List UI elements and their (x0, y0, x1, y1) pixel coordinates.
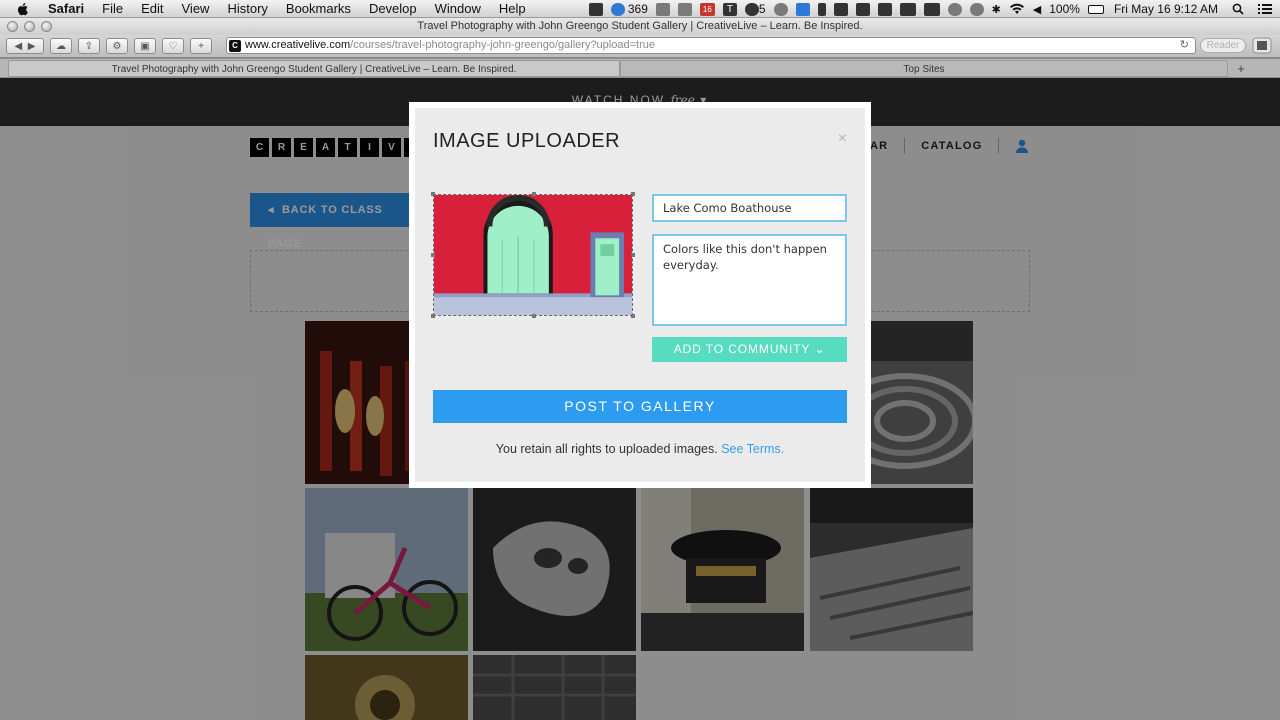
menu-window[interactable]: Window (426, 0, 490, 18)
address-bar[interactable]: C www.creativelive.com/courses/travel-ph… (226, 37, 1196, 54)
close-icon[interactable]: × (838, 130, 847, 148)
menu-status-area: 369 16 T 5 ✱ ◀ 100% Fri May 16 9:12 AM (581, 0, 1280, 18)
status-battery-text[interactable]: 100% (1049, 2, 1080, 16)
crop-handle[interactable] (631, 192, 635, 196)
image-caption-textarea[interactable]: Colors like this don't happen everyday. (652, 234, 847, 326)
image-uploader-modal: IMAGE UPLOADER × Colors like this don't … (409, 102, 871, 488)
extension-icon-2: ▣ (140, 40, 150, 52)
menu-view[interactable]: View (173, 0, 219, 18)
menu-develop[interactable]: Develop (360, 0, 426, 18)
back-arrow-icon[interactable]: ◀ (15, 41, 23, 52)
status-time-machine-icon[interactable] (969, 2, 984, 16)
crop-handle[interactable] (431, 314, 435, 318)
add-bookmark-button[interactable]: + (190, 38, 212, 54)
status-eye-icon[interactable] (773, 2, 788, 16)
sidebar-toggle-icon[interactable] (1252, 37, 1272, 54)
add-to-community-label: ADD TO COMMUNITY (673, 342, 811, 356)
mac-menu-bar: Safari File Edit View History Bookmarks … (0, 0, 1280, 18)
menu-app-safari[interactable]: Safari (44, 0, 93, 18)
window-title: Travel Photography with John Greengo Stu… (417, 20, 863, 32)
uploaded-image-preview (434, 195, 632, 315)
tab-student-gallery[interactable]: Travel Photography with John Greengo Stu… (8, 60, 620, 77)
status-hat-icon[interactable] (833, 2, 848, 16)
menu-edit[interactable]: Edit (132, 0, 172, 18)
image-crop-preview[interactable] (431, 192, 635, 318)
crop-handle[interactable] (631, 314, 635, 318)
plus-icon: + (198, 40, 204, 52)
see-terms-link[interactable]: See Terms. (721, 442, 784, 456)
status-volume-icon[interactable]: ◀ (1033, 3, 1041, 16)
status-skype-icon[interactable]: 5 (744, 2, 766, 16)
status-globe-icon[interactable] (655, 2, 670, 16)
status-notification-icon[interactable]: 369 (610, 2, 648, 16)
minimize-window-button[interactable] (24, 21, 35, 32)
tab-top-sites[interactable]: Top Sites (620, 60, 1228, 77)
status-calendar-icon[interactable]: 16 (699, 2, 715, 16)
back-forward-buttons[interactable]: ◀ ▶ (6, 38, 44, 54)
forward-arrow-icon[interactable]: ▶ (28, 41, 36, 52)
status-app-icon-2[interactable] (795, 2, 810, 16)
menu-bookmarks[interactable]: Bookmarks (277, 0, 360, 18)
rights-text: You retain all rights to uploaded images… (495, 442, 718, 456)
status-battery-widget-icon[interactable] (923, 2, 940, 16)
window-title-bar: Travel Photography with John Greengo Stu… (0, 18, 1280, 35)
status-calendar-day: 16 (699, 2, 715, 16)
crop-handle[interactable] (431, 192, 435, 196)
crop-handle[interactable] (631, 253, 635, 257)
close-window-button[interactable] (7, 21, 18, 32)
chevron-down-icon: ⌄ (814, 342, 826, 356)
modal-title: IMAGE UPLOADER (433, 130, 621, 152)
reader-button[interactable]: Reader (1200, 38, 1246, 53)
zoom-window-button[interactable] (41, 21, 52, 32)
extension-button-1[interactable]: ⚙ (106, 38, 128, 54)
crop-handle[interactable] (532, 192, 536, 196)
status-display-icon[interactable] (899, 2, 916, 16)
pocket-button[interactable]: ♡ (162, 38, 184, 54)
spotlight-search-icon[interactable] (1232, 3, 1244, 15)
share-button[interactable]: ⇪ (78, 38, 100, 54)
reload-icon[interactable]: ↻ (1180, 38, 1189, 53)
post-to-gallery-button[interactable]: POST TO GALLERY (433, 390, 847, 423)
rights-notice: You retain all rights to uploaded images… (415, 442, 865, 456)
status-text-icon[interactable]: T (722, 2, 737, 16)
extension-icon: ⚙ (112, 40, 122, 52)
status-skype-count: 5 (758, 2, 766, 16)
status-battery-icon (1087, 4, 1104, 14)
status-evernote-icon[interactable] (855, 2, 870, 16)
status-app-icon[interactable] (588, 2, 603, 16)
apple-menu-icon[interactable] (14, 0, 32, 18)
menu-file[interactable]: File (93, 0, 132, 18)
status-chat-icon[interactable] (947, 2, 962, 16)
image-title-input[interactable] (652, 194, 847, 222)
url-path: /courses/travel-photography-john-greengo… (350, 39, 655, 51)
tab-bar: Travel Photography with John Greengo Stu… (0, 58, 1280, 78)
notification-center-icon[interactable] (1258, 3, 1272, 15)
status-bluetooth-icon[interactable]: ✱ (992, 3, 1001, 16)
cloud-icon: ☁ (56, 40, 66, 52)
status-clock[interactable]: Fri May 16 9:12 AM (1114, 2, 1218, 16)
pocket-icon: ♡ (168, 40, 178, 52)
icloud-tabs-button[interactable]: ☁ (50, 38, 72, 54)
status-badge-count: 369 (627, 2, 648, 16)
window-controls (7, 21, 52, 32)
status-box-icon[interactable] (877, 2, 892, 16)
url-host: www.creativelive.com (245, 39, 351, 51)
menu-help[interactable]: Help (490, 0, 535, 18)
menu-history[interactable]: History (218, 0, 276, 18)
share-icon: ⇪ (84, 40, 94, 52)
status-wifi-icon[interactable] (1009, 3, 1025, 15)
status-bookmark-icon[interactable] (817, 2, 826, 16)
site-favicon-icon: C (229, 39, 241, 52)
crop-handle[interactable] (431, 253, 435, 257)
crop-handle[interactable] (532, 314, 536, 318)
status-cloud-icon[interactable] (677, 2, 692, 16)
extension-button-2[interactable]: ▣ (134, 38, 156, 54)
add-to-community-button[interactable]: ADD TO COMMUNITY ⌄ (652, 337, 847, 362)
new-tab-button[interactable]: + (1232, 60, 1250, 77)
